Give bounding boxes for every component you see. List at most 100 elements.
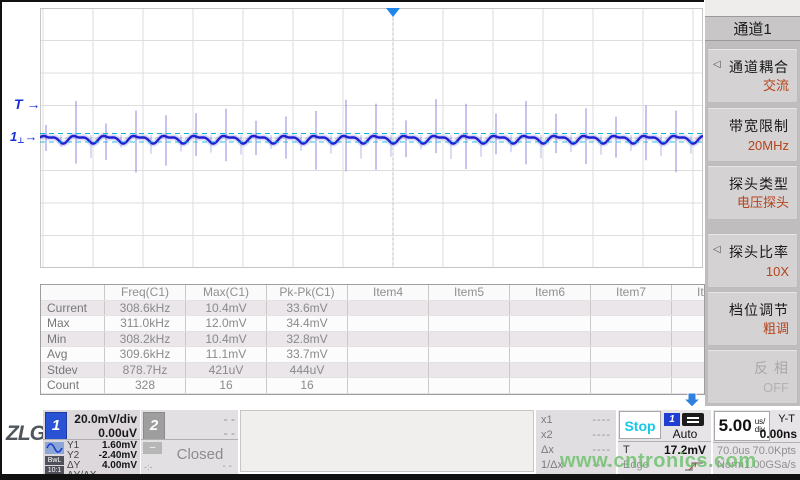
- border: [0, 0, 704, 2]
- value-cell: [509, 301, 590, 316]
- value-cell: [509, 316, 590, 331]
- channel1-status-block[interactable]: 1 20.0mV/div 0.00uV BwL 10:1 Y11.60mV Y2…: [43, 410, 140, 474]
- row-label-cell: Stdev: [41, 363, 104, 378]
- value-cell: 11.1mV: [185, 347, 266, 362]
- ch1-volts-div: 20.0mV/div: [74, 412, 137, 426]
- value-cell: [671, 347, 705, 362]
- table-header-cell: [41, 285, 104, 300]
- value-cell: [671, 378, 705, 393]
- oscilloscope-screen: T → 1⊥→ Freq(C1)Max(C1)Pk-Pk(C1)Item4Ite…: [0, 0, 800, 480]
- sidebar-title: 通道1: [705, 16, 800, 41]
- value-cell: 10.4mV: [185, 301, 266, 316]
- value-cell: 32.8mV: [266, 332, 347, 347]
- value-cell: 308.2kHz: [104, 332, 185, 347]
- softkey-channel-coupling[interactable]: ◁ 通道耦合 交流: [707, 48, 798, 103]
- value-cell: [347, 363, 428, 378]
- y1-value: 1.60mV: [102, 441, 137, 450]
- value-cell: [347, 378, 428, 393]
- trigger-position-icon[interactable]: [386, 8, 400, 17]
- table-row: Avg309.6kHz11.1mV33.7mV: [41, 347, 705, 363]
- table-header-cell: Freq(C1): [104, 285, 185, 300]
- value-cell: 308.6kHz: [104, 301, 185, 316]
- right-arrow-icon: →: [26, 96, 40, 112]
- value-cell: [509, 378, 590, 393]
- row-label-cell: Current: [41, 301, 104, 316]
- channel2-status-block[interactable]: 2 - - - - – Closed -:- - -: [141, 410, 238, 474]
- value-cell: [671, 332, 705, 347]
- channel1-ground-marker[interactable]: 1⊥→: [10, 129, 38, 145]
- trigger-source-badge: 1: [664, 413, 680, 426]
- value-cell: 421uV: [185, 363, 266, 378]
- value-cell: [509, 347, 590, 362]
- value-cell: [428, 378, 509, 393]
- divider: [618, 441, 711, 442]
- value-cell: [671, 301, 705, 316]
- value-cell: 444uV: [266, 363, 347, 378]
- value-cell: 34.4mV: [266, 316, 347, 331]
- table-scroll-down-icon[interactable]: [683, 393, 701, 407]
- value-cell: [347, 347, 428, 362]
- border: [0, 0, 2, 480]
- value-cell: 16: [185, 378, 266, 393]
- channel2-badge: 2: [143, 412, 165, 440]
- trigger-mode-label: Auto: [662, 427, 708, 441]
- dc-coupling-icon: [682, 413, 704, 426]
- table-header-cell: Item7: [590, 285, 671, 300]
- value-cell: 33.6mV: [266, 301, 347, 316]
- table-row: Min308.2kHz10.4mV32.8mV: [41, 332, 705, 348]
- display-mode-label: Y-T: [778, 413, 795, 425]
- softkey-probe-ratio[interactable]: ◁ 探头比率 10X: [707, 233, 798, 288]
- value-cell: [428, 332, 509, 347]
- value-cell: [428, 363, 509, 378]
- sidebar-top-strip: [705, 0, 800, 16]
- softkey-probe-type[interactable]: 探头类型 电压探头: [707, 165, 798, 220]
- memory-depth: 70.0Kpts: [753, 444, 796, 458]
- value-cell: 33.7mV: [266, 347, 347, 362]
- value-cell: 16: [266, 378, 347, 393]
- value-cell: [347, 316, 428, 331]
- value-cell: [590, 301, 671, 316]
- divider: [713, 442, 800, 443]
- softkey-bandwidth-limit[interactable]: 带宽限制 20MHz: [707, 107, 798, 162]
- run-state-button[interactable]: Stop: [619, 411, 661, 439]
- value-cell: 878.7Hz: [104, 363, 185, 378]
- value-cell: [509, 332, 590, 347]
- right-arrow-icon: →: [25, 129, 38, 144]
- value-cell: [590, 378, 671, 393]
- softkey-scale-adjust[interactable]: 档位调节 粗调: [707, 291, 798, 346]
- table-header-cell: Item5: [428, 285, 509, 300]
- table-row: Current308.6kHz10.4mV33.6mV: [41, 301, 705, 317]
- watermark: www.cntronics.com: [560, 450, 757, 473]
- y2-value: -2.40mV: [99, 451, 137, 460]
- value-cell: [671, 316, 705, 331]
- trigger-delay-value: 0.00ns: [760, 427, 797, 441]
- chevron-left-icon: ◁: [713, 59, 721, 70]
- value-cell: 309.6kHz: [104, 347, 185, 362]
- table-header-cell: Item4: [347, 285, 428, 300]
- value-cell: [428, 347, 509, 362]
- value-cell: [509, 363, 590, 378]
- row-label-cell: Count: [41, 378, 104, 393]
- bandwidth-limit-tag: BwL: [45, 456, 64, 465]
- softkey-invert: 反 相 OFF: [707, 349, 798, 404]
- table-row: Stdev878.7Hz421uV444uV: [41, 363, 705, 379]
- minus-icon: –: [143, 442, 162, 454]
- value-cell: [428, 316, 509, 331]
- row-label-cell: Max: [41, 316, 104, 331]
- value-cell: [347, 301, 428, 316]
- chevron-left-icon: ◁: [713, 244, 721, 255]
- ch1-offset: 0.00uV: [98, 426, 137, 440]
- table-header-cell: Pk-Pk(C1): [266, 285, 347, 300]
- value-cell: [590, 347, 671, 362]
- channel1-badge: 1: [45, 412, 67, 440]
- sidebar-menu: 通道1 ◁ 通道耦合 交流 带宽限制 20MHz 探头类型 电压探头 ◁ 探头比…: [705, 0, 800, 406]
- value-cell: [590, 363, 671, 378]
- trigger-level-marker[interactable]: T →: [14, 96, 40, 112]
- value-cell: [671, 363, 705, 378]
- row-label-cell: Min: [41, 332, 104, 347]
- table-row: Max311.0kHz12.0mV34.4mV: [41, 316, 705, 332]
- table-header-cell: Max(C1): [185, 285, 266, 300]
- table-header-row: Freq(C1)Max(C1)Pk-Pk(C1)Item4Item5Item6I…: [41, 285, 705, 301]
- measurement-table: Freq(C1)Max(C1)Pk-Pk(C1)Item4Item5Item6I…: [40, 284, 705, 395]
- value-cell: 12.0mV: [185, 316, 266, 331]
